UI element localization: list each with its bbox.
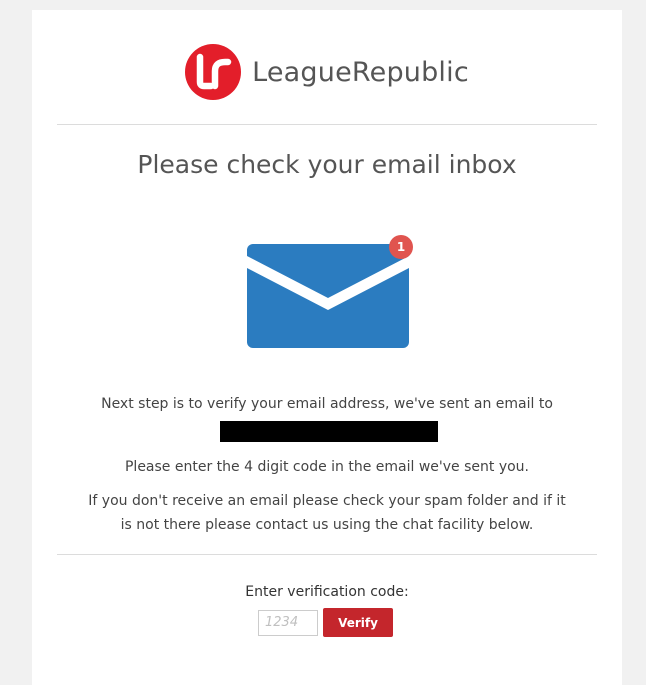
enter-code-instruction: Please enter the 4 digit code in the ema… <box>124 459 530 475</box>
verification-card: LeagueRepublic Please check your email i… <box>32 10 622 685</box>
mail-notification: 1 <box>242 235 414 351</box>
redacted-email-address <box>220 421 438 442</box>
verification-form: Verify <box>258 608 393 637</box>
verify-button[interactable]: Verify <box>323 608 393 637</box>
notification-badge: 1 <box>389 235 413 259</box>
verification-code-label: Enter verification code: <box>245 584 409 600</box>
verification-code-input[interactable] <box>258 609 318 636</box>
league-republic-logo-icon <box>185 44 242 100</box>
brand-header: LeagueRepublic <box>32 43 622 101</box>
page-title: Please check your email inbox <box>137 150 517 179</box>
verify-email-message: Next step is to verify your email addres… <box>101 396 553 412</box>
envelope-icon <box>247 244 409 348</box>
brand-name: LeagueRepublic <box>252 56 469 88</box>
spam-folder-hint-line1: If you don't receive an email please che… <box>88 493 566 509</box>
header-divider <box>57 124 597 125</box>
spam-folder-hint-line2: is not there please contact us using the… <box>120 517 534 533</box>
footer-divider <box>57 554 597 555</box>
